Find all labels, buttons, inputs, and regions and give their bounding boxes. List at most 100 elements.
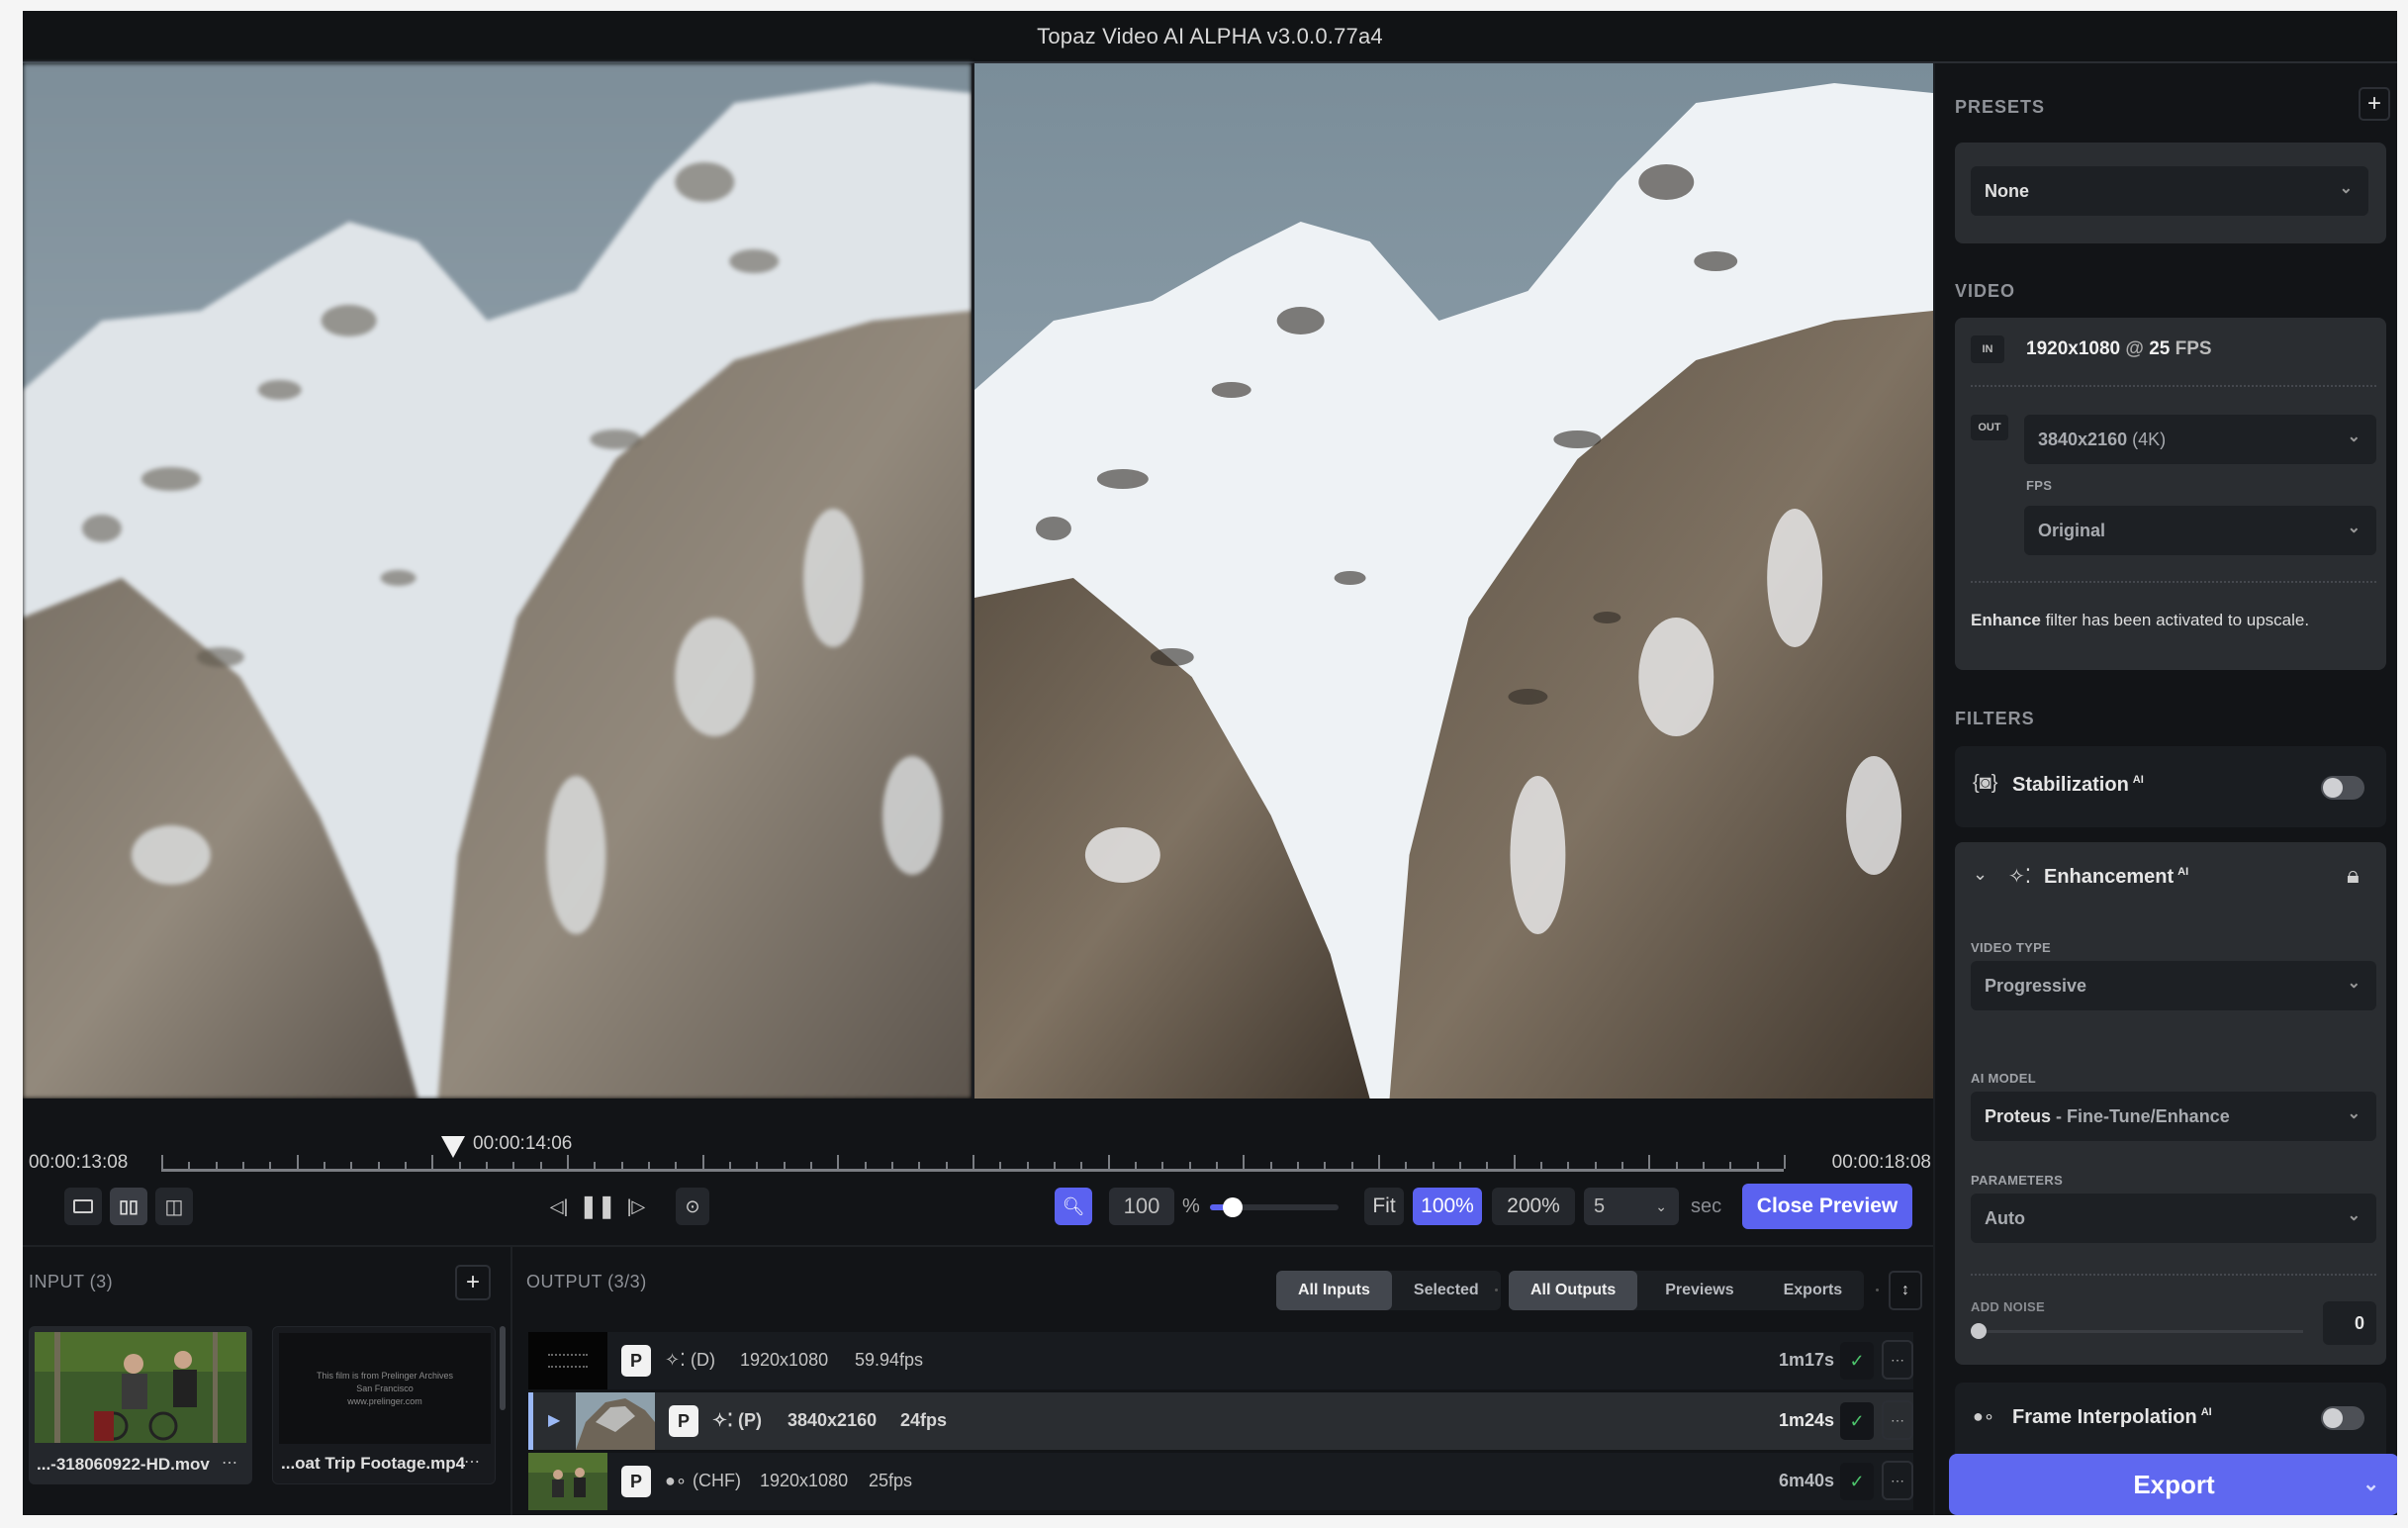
ruler-track [161,1169,1784,1172]
timeline: 00:00:13:08 00:00:14:06 00:00:18:08 ▯▯ ◫… [23,1098,1933,1245]
ruler-tick [1161,1162,1163,1169]
zoom-tool-button[interactable]: 🔍︎ [1055,1188,1092,1225]
ruler-tick [269,1162,271,1169]
next-frame-button[interactable]: |▷ [621,1188,651,1225]
ruler-tick [1648,1155,1650,1169]
output-model: (P) [738,1410,762,1430]
video-type-select[interactable]: Progressive ⌄ [1971,961,2376,1010]
ruler-tick [1486,1162,1488,1169]
input-scrollbar[interactable] [500,1326,506,1410]
export-button[interactable]: Export ⌄ [1949,1454,2397,1515]
expand-row-icon[interactable]: ▶ [548,1410,560,1430]
lock-icon[interactable]: 🔒︎ [2347,862,2360,890]
fps-select[interactable]: Original ⌄ [2024,506,2376,555]
ruler-tick [810,1162,812,1169]
sort-button[interactable]: ↕ [1889,1271,1922,1310]
frame-interpolation-toggle[interactable] [2321,1406,2364,1430]
ai-model-select[interactable]: Proteus - Fine-Tune/Enhance ⌄ [1971,1092,2376,1141]
separator-dot [1876,1289,1879,1291]
zoom-100-button[interactable]: 100% [1413,1188,1482,1225]
ruler-tick [784,1162,786,1169]
zoom-input[interactable]: 100 [1109,1188,1174,1225]
output-duration: 1m17s [1778,1350,1834,1370]
ruler-tick [405,1162,407,1169]
add-noise-slider[interactable] [1971,1323,2303,1339]
preview-area[interactable] [23,63,1933,1098]
zoom-slider[interactable] [1210,1197,1339,1217]
add-input-button[interactable]: + [455,1265,491,1300]
divider [1971,1274,2376,1276]
ruler-tick [1351,1162,1353,1169]
output-fps: 25fps [869,1471,913,1490]
preview-original[interactable] [23,63,972,1098]
ruler-tick [1459,1162,1461,1169]
input-more-button[interactable]: ⋯ [222,1453,238,1473]
input-more-button[interactable]: ⋯ [464,1452,481,1472]
preview-enhanced[interactable] [974,63,1933,1098]
ruler-tick [918,1162,920,1169]
output-filter-group: All Outputs Previews Exports [1509,1271,1865,1310]
preview-length-select[interactable]: 5 ⌄ [1584,1188,1679,1225]
add-noise-value[interactable]: 0 [2323,1301,2376,1345]
filter-previews[interactable]: Previews [1637,1271,1761,1310]
loop-play-button[interactable]: ⊙ [676,1188,709,1225]
output-panel: OUTPUT (3/3) All Inputs Selected All Out… [514,1247,1933,1515]
view-split-button[interactable]: ◫ [155,1188,193,1225]
video-card: IN 1920x1080 @ 25 FPS OUT 3840x2160 (4K)… [1955,318,2386,670]
collapse-chevron-icon[interactable]: ⌄ [1973,864,1988,885]
input-thumbnail [35,1332,246,1443]
close-preview-button[interactable]: Close Preview [1742,1184,1912,1229]
export-options-chevron-icon[interactable]: ⌄ [2362,1472,2379,1496]
ruler-tick [216,1162,218,1169]
ruler-tick [1054,1162,1056,1169]
filter-all-outputs[interactable]: All Outputs [1509,1271,1638,1310]
timeline-ruler[interactable] [161,1155,1786,1172]
zoom-slider-knob[interactable] [1223,1197,1243,1217]
bottom-panels: INPUT (3) + ...-318060922-HD.mov ⋯ This … [23,1245,1933,1515]
stabilization-card: {◙} Stabilization AI [1955,746,2386,827]
toggle-knob [2323,1408,2343,1428]
prev-frame-button[interactable]: ◁| [544,1188,574,1225]
pause-button[interactable]: ❚❚ [580,1188,616,1225]
output-resolution-select[interactable]: 3840x2160 (4K) ⌄ [2024,415,2376,464]
filter-selected[interactable]: Selected [1392,1271,1501,1310]
view-side-by-side-button[interactable]: ▯▯ [110,1188,147,1225]
output-fps: 59.94fps [855,1350,924,1370]
add-noise-slider-knob[interactable] [1971,1323,1987,1339]
row-more-button[interactable]: ⋯ [1882,1340,1913,1380]
fps-value: Original [2038,520,2106,540]
stabilization-toggle[interactable] [2321,776,2364,800]
ruler-tick [702,1155,704,1169]
preview-length-value: 5 [1594,1194,1606,1217]
view-single-button[interactable] [64,1188,102,1225]
single-view-icon [73,1199,93,1213]
frame-interpolation-card: ●∘ Frame Interpolation AI [1955,1383,2386,1462]
add-preset-button[interactable]: + [2359,87,2390,121]
zoom-fit-button[interactable]: Fit [1364,1188,1404,1225]
filter-all-inputs[interactable]: All Inputs [1276,1271,1392,1310]
playhead-handle[interactable] [441,1136,466,1158]
export-label: Export [2133,1469,2215,1499]
zoom-200-button[interactable]: 200% [1492,1188,1575,1225]
ruler-tick [648,1162,650,1169]
ruler-tick [1703,1162,1705,1169]
preset-select[interactable]: None ⌄ [1971,166,2368,216]
ruler-tick [1676,1162,1678,1169]
input-item[interactable]: This film is from Prelinger Archives San… [272,1326,496,1484]
row-more-button[interactable]: ⋯ [1882,1461,1913,1500]
input-item[interactable]: ...-318060922-HD.mov ⋯ [29,1326,252,1484]
row-more-button[interactable]: ⋯ [1882,1400,1913,1440]
preset-value: None [1985,180,2029,201]
ruler-tick [1433,1162,1435,1169]
mountain-image-original [23,63,972,1098]
output-row[interactable]: P ✧⁚ (D) 1920x1080 59.94fps 1m17s ✓ ⋯ [528,1332,1913,1389]
ruler-tick [1405,1162,1407,1169]
ruler-tick [1216,1162,1218,1169]
ruler-tick [324,1162,325,1169]
parameters-select[interactable]: Auto ⌄ [1971,1194,2376,1243]
ruler-tick [459,1162,461,1169]
filter-exports[interactable]: Exports [1762,1271,1865,1310]
output-row[interactable]: P ●∘ (CHF) 1920x1080 25fps 6m40s ✓ ⋯ [528,1453,1913,1510]
output-resolution: 1920x1080 [760,1471,849,1490]
output-row-selected[interactable]: ▶ P ✧⁚ (P) 3840x2160 24fps 1m24s ✓ ⋯ [528,1392,1913,1450]
